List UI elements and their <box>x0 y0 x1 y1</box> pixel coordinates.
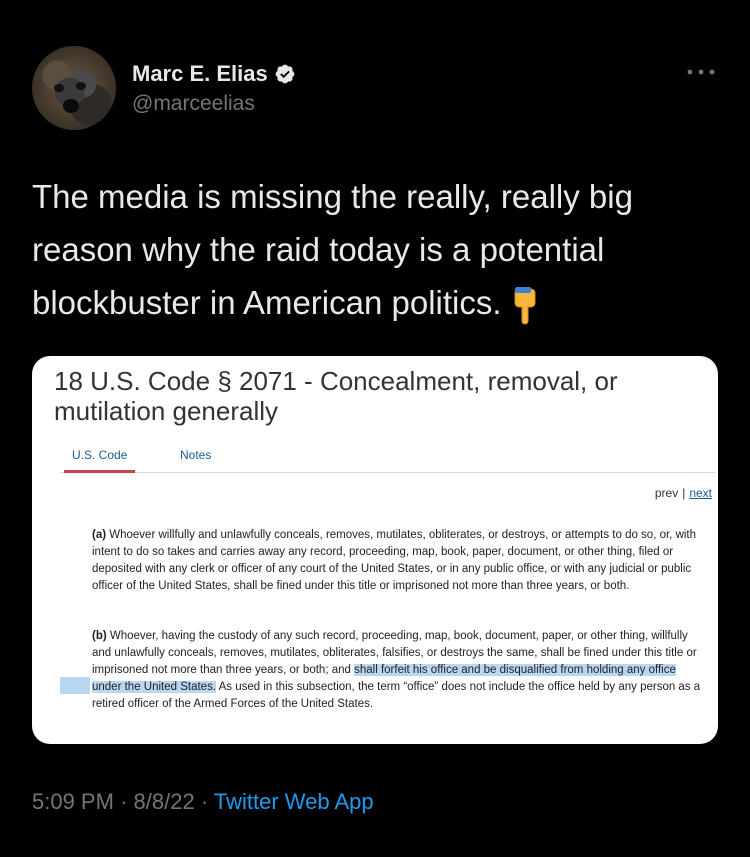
paragraph-a: (a) Whoever willfully and unlawfully con… <box>92 527 702 595</box>
pointing-down-hand-icon <box>514 287 536 325</box>
paragraph-a-mark: (a) <box>92 529 107 541</box>
more-options-icon[interactable] <box>684 62 718 82</box>
attached-screenshot-card[interactable]: 18 U.S. Code § 2071 - Concealment, remov… <box>32 356 718 744</box>
pager: prev | next <box>655 486 712 500</box>
next-link[interactable]: next <box>689 486 712 500</box>
tweet-date[interactable]: 8/8/22 <box>134 789 195 814</box>
meta-separator: · <box>120 789 128 814</box>
tab-bar: U.S. Code Notes <box>60 442 716 473</box>
tweet-text: The media is missing the really, really … <box>32 178 633 321</box>
tweet-body: The media is missing the really, really … <box>32 170 722 329</box>
paragraph-a-text: Whoever willfully and unlawfully conceal… <box>92 529 697 592</box>
tweet-header: Marc E. Elias @marceelias <box>0 0 750 150</box>
verified-badge-icon <box>275 64 295 84</box>
page-title: 18 U.S. Code § 2071 - Concealment, remov… <box>54 366 618 426</box>
paragraph-b-mark: (b) <box>92 630 107 642</box>
meta-separator: · <box>200 789 209 814</box>
author-handle[interactable]: @marceelias <box>132 92 255 116</box>
selection-highlight-margin <box>60 677 90 694</box>
paragraph-b: (b) Whoever, having the custody of any s… <box>92 628 702 713</box>
tab-notes[interactable]: Notes <box>172 448 219 470</box>
tab-us-code[interactable]: U.S. Code <box>64 448 136 473</box>
tweet-metadata: 5:09 PM · 8/8/22 · Twitter Web App <box>32 789 374 815</box>
pager-divider: | <box>682 486 686 500</box>
prev-link[interactable]: prev <box>655 486 678 500</box>
tweet-time[interactable]: 5:09 PM <box>32 789 114 814</box>
avatar[interactable] <box>32 46 116 130</box>
tweet-source-link[interactable]: Twitter Web App <box>214 789 374 814</box>
author-name-row: Marc E. Elias <box>132 61 296 87</box>
author-display-name[interactable]: Marc E. Elias <box>132 61 268 87</box>
